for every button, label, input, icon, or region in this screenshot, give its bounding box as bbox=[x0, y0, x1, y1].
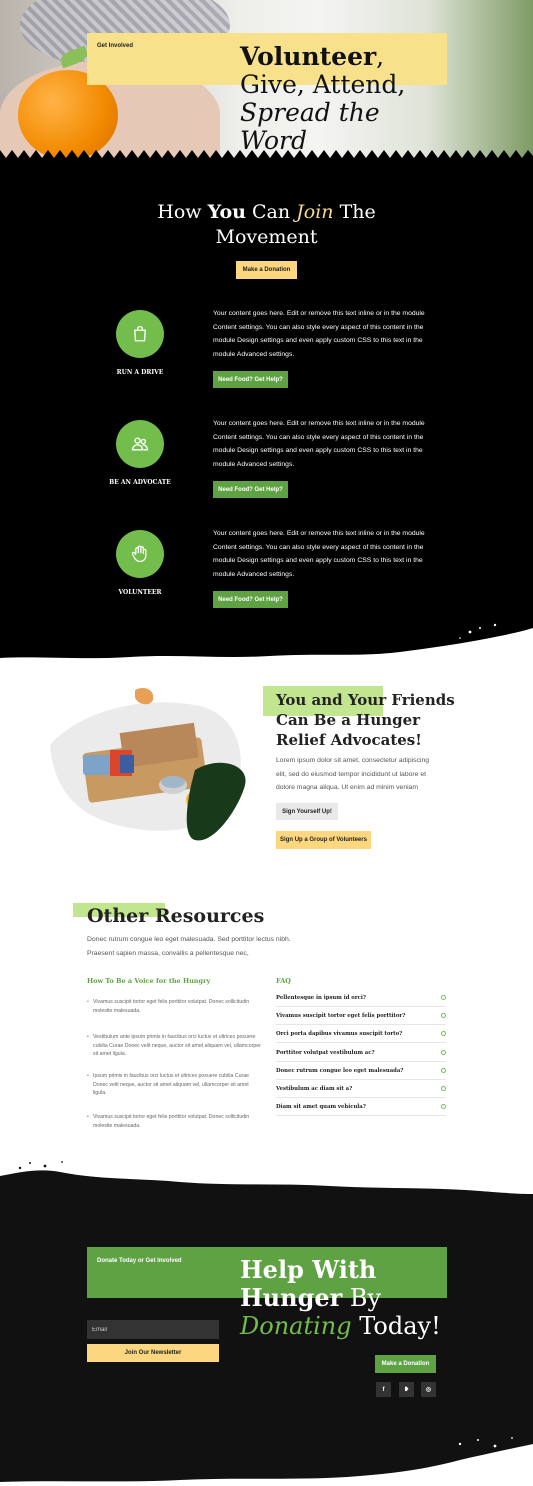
get-help-button[interactable]: Need Food? Get Help? bbox=[213, 591, 288, 608]
feature-icon-circle bbox=[116, 420, 164, 468]
voice-heading: How To Be a Voice for the Hungry bbox=[87, 977, 211, 985]
faq-question: Vivamus suscipit tortor eget felis portt… bbox=[276, 1012, 406, 1019]
footer-title-mid: By bbox=[342, 1284, 382, 1312]
faq-heading: FAQ bbox=[276, 977, 291, 985]
instagram-icon[interactable]: ◎ bbox=[421, 1382, 436, 1397]
advocates-text: Lorem ipsum dolor sit amet, consectetur … bbox=[276, 757, 429, 791]
feature-label: VOLUNTEER bbox=[118, 589, 162, 596]
faq-item[interactable]: Orci porta dapibus vivamus suscipit tort… bbox=[276, 1025, 446, 1043]
faq-question: Vestibulum ac diam sit a? bbox=[276, 1085, 353, 1092]
feature-text: Your content goes here. Edit or remove t… bbox=[213, 530, 425, 578]
movement-title-bold: You bbox=[207, 201, 246, 223]
toggle-icon[interactable] bbox=[441, 995, 446, 1000]
faq-item[interactable]: Pellentesque in ipsum id orci? bbox=[276, 989, 446, 1007]
toggle-icon[interactable] bbox=[441, 1031, 446, 1036]
join-newsletter-button[interactable]: Join Our Newsletter bbox=[87, 1344, 219, 1362]
movement-title: How You Can Join The Movement bbox=[140, 200, 393, 250]
resources-subtitle: Donec rutrum congue leo eget malesuada. … bbox=[87, 936, 291, 957]
list-item: Vivamus suscipit tortor eget felis portt… bbox=[87, 998, 262, 1015]
torn-paper-divider bbox=[0, 623, 533, 665]
get-help-button[interactable]: Need Food? Get Help? bbox=[213, 371, 288, 388]
footer-label: Donate Today or Get Involved bbox=[97, 1258, 182, 1264]
toggle-icon[interactable] bbox=[441, 1086, 446, 1091]
faq-item[interactable]: Vestibulum ac diam sit a? bbox=[276, 1080, 446, 1098]
feature-label: RUN A DRIVE bbox=[116, 369, 164, 376]
sign-up-group-button[interactable]: Sign Up a Group of Volunteers bbox=[276, 831, 371, 849]
faq-question: Pellentesque in ipsum id orci? bbox=[276, 994, 366, 1001]
faq-item[interactable]: Donec rutrum congue leo eget malesuada? bbox=[276, 1062, 446, 1080]
get-help-button[interactable]: Need Food? Get Help? bbox=[213, 481, 288, 498]
list-item: Vestibulum ante ipsum primis in faucibus… bbox=[87, 1033, 262, 1059]
footer-title-post: Today! bbox=[351, 1312, 441, 1340]
advocates-title: You and Your Friends Can Be a Hunger Rel… bbox=[276, 691, 455, 749]
hero-title: Volunteer, Give, Attend, Spread the Word bbox=[240, 43, 445, 155]
footer-donation-button[interactable]: Make a Donation bbox=[375, 1355, 436, 1373]
zigzag-divider bbox=[0, 150, 533, 162]
toggle-icon[interactable] bbox=[441, 1068, 446, 1073]
sign-yourself-up-button[interactable]: Sign Yourself Up! bbox=[276, 803, 338, 820]
toggle-icon[interactable] bbox=[441, 1013, 446, 1018]
raised-hand-icon bbox=[131, 545, 147, 563]
movement-title-mid: Can bbox=[245, 201, 297, 223]
people-icon bbox=[131, 437, 149, 451]
footer-title: Help With Hunger By Donating Today! bbox=[240, 1256, 450, 1341]
hero-title-bold: Volunteer bbox=[240, 42, 377, 71]
torn-paper-divider bbox=[0, 1437, 533, 1486]
list-item: Vivamus suscipit tortor eget felis portt… bbox=[87, 1113, 262, 1130]
list-item: Ipsum primis in faucibus orci luctus et … bbox=[87, 1072, 262, 1098]
feature-text: Your content goes here. Edit or remove t… bbox=[213, 310, 425, 358]
toggle-icon[interactable] bbox=[441, 1104, 446, 1109]
feature-text: Your content goes here. Edit or remove t… bbox=[213, 420, 425, 468]
faq-question: Diam sit amet quam vehicula? bbox=[276, 1103, 366, 1110]
faq-item[interactable]: Vivamus suscipit tortor eget felis portt… bbox=[276, 1007, 446, 1025]
torn-paper-divider bbox=[0, 1161, 533, 1203]
faq-item[interactable]: Porttitor volutpat vestibulum ac? bbox=[276, 1044, 446, 1062]
resources-title: Other Resources bbox=[87, 905, 265, 927]
hero-label: Get Involved bbox=[97, 43, 134, 49]
facebook-icon[interactable]: f bbox=[376, 1382, 391, 1397]
twitter-icon[interactable]: ❥ bbox=[399, 1382, 414, 1397]
faq-question: Donec rutrum congue leo eget malesuada? bbox=[276, 1067, 404, 1074]
food-box-image bbox=[50, 688, 246, 841]
email-field[interactable] bbox=[87, 1320, 219, 1339]
faq-item[interactable]: Diam sit amet quam vehicula? bbox=[276, 1098, 446, 1116]
feature-icon-circle bbox=[116, 530, 164, 578]
toggle-icon[interactable] bbox=[441, 1050, 446, 1055]
footer-title-italic: Donating bbox=[240, 1312, 352, 1340]
shopping-bag-icon bbox=[134, 325, 146, 342]
faq-question: Porttitor volutpat vestibulum ac? bbox=[276, 1049, 375, 1056]
movement-title-pre: How bbox=[157, 201, 208, 223]
movement-title-italic: Join bbox=[296, 201, 334, 223]
make-donation-button[interactable]: Make a Donation bbox=[236, 261, 297, 279]
feature-label: BE AN ADVOCATE bbox=[109, 479, 171, 486]
feature-icon-circle bbox=[116, 310, 164, 358]
faq-question: Orci porta dapibus vivamus suscipit tort… bbox=[276, 1030, 403, 1037]
